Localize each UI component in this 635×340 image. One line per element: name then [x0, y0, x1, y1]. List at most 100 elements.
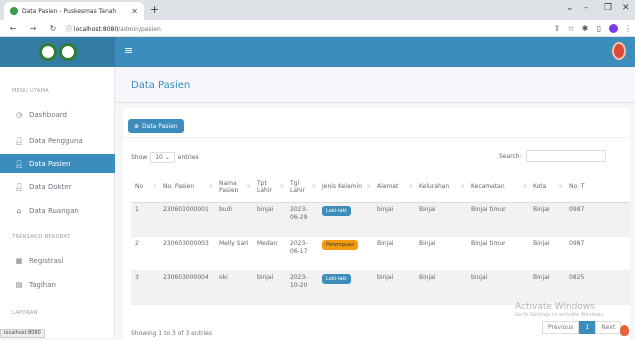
cell-kecamatan: Binjai timur [467, 202, 529, 237]
user-avatar[interactable] [612, 42, 626, 60]
sidebar-item-registrasi[interactable]: ▦ Registrasi [0, 251, 115, 270]
sidebar-item-label: Dashboard [29, 110, 67, 119]
cell-tgl-lahir: 2023-06-17 [286, 236, 318, 271]
page-title: Data Pasien [131, 80, 191, 91]
column-header[interactable]: Jenis Kelamin ⇅ [318, 172, 373, 203]
add-patient-button[interactable]: ⊕ Data Pasien [128, 119, 184, 133]
reload-icon[interactable]: ↻ [46, 24, 60, 33]
receipt-icon: ▤ [15, 280, 23, 289]
sidebar-item-tagihan[interactable]: ▤ Tagihan [0, 275, 115, 294]
cell-no: 1 [131, 202, 159, 237]
cell-alamat: Binjai [373, 236, 415, 271]
url-path: /admin/pasien [118, 25, 161, 33]
cell-no-pasien: 230601000001 [159, 202, 215, 237]
cell-kelurahan: Binjai [415, 202, 467, 237]
add-patient-label: Data Pasien [142, 122, 178, 130]
address-bar[interactable]: ⓘ localhost:8080/admin/pasien [66, 24, 550, 33]
sidebar-item-label: Data Dokter [29, 182, 72, 191]
column-header[interactable]: Alamat ⇅ [373, 172, 415, 203]
column-header[interactable]: Kota ⇅ [529, 172, 565, 203]
sidebar-item-label: Tagihan [29, 280, 56, 289]
sidepanel-icon[interactable]: ▯ [592, 24, 606, 33]
pagination-page-1[interactable]: 1 [579, 321, 596, 334]
brand-logo-area[interactable] [0, 37, 115, 67]
flame-icon [620, 325, 629, 336]
column-header[interactable]: Tpt Lahir ⇅ [253, 172, 286, 203]
tab-title: Data Pasien - Puskesmas Tanah [22, 7, 117, 15]
sidebar-item-data-dokter[interactable]: 👤︎ Data Dokter [0, 177, 115, 196]
column-header[interactable]: No ↑ [131, 172, 159, 203]
kebab-menu-icon[interactable]: ⋮ [621, 24, 635, 33]
gender-badge: Laki-laki [322, 273, 351, 284]
favicon-icon [10, 7, 18, 15]
search-input[interactable] [525, 150, 606, 162]
pagination: Previous 1 Next [542, 321, 622, 334]
pagination-previous[interactable]: Previous [542, 321, 580, 334]
card-divider [123, 137, 630, 138]
watermark-title: Activate Windows [515, 302, 595, 312]
page-length-control: Show 10 ⌄ entries [131, 152, 199, 163]
sort-icon: ⇅ [366, 184, 371, 190]
sidebar-item-data-pasien[interactable]: 👤︎ Data Pasien [0, 154, 115, 173]
column-header[interactable]: No. Pasien ⇅ [159, 172, 215, 203]
column-header[interactable]: Kelurahan ⇅ [415, 172, 467, 203]
cell-nama: oki [215, 270, 253, 305]
extensions-icon[interactable]: ✱ [578, 24, 592, 33]
cell-tpt-lahir: Medan [253, 236, 286, 271]
forward-icon[interactable]: → [26, 24, 40, 33]
table-row[interactable]: 3 230603000004 oki binjai 2023-10-20 Lak… [131, 270, 630, 305]
sort-icon: ⇅ [246, 184, 251, 190]
cell-no: 3 [131, 270, 159, 305]
sort-icon: ⇅ [460, 184, 465, 190]
cell-jenis-kelamin: Laki-laki [318, 270, 373, 305]
sort-icon: ⇅ [408, 184, 413, 190]
entries-label: entries [177, 154, 199, 161]
close-window-icon[interactable]: ✕ [622, 3, 630, 13]
page-length-select[interactable]: 10 ⌄ [150, 152, 175, 163]
restore-icon[interactable]: ❐ [604, 3, 612, 13]
hamburger-icon[interactable]: ≡ [124, 44, 133, 57]
column-header[interactable]: Tgl Lahir ⇅ [286, 172, 318, 203]
chevron-down-icon: ⌄ [164, 154, 170, 161]
back-icon[interactable]: ← [6, 24, 20, 33]
profile-avatar[interactable] [609, 23, 618, 33]
sort-icon: ⇅ [208, 184, 213, 190]
column-header[interactable]: Nama Pasien ⇅ [215, 172, 253, 203]
cell-kota: Binjai [529, 270, 565, 305]
close-tab-icon[interactable]: ✕ [131, 7, 138, 16]
sidebar-header-laporan: LAPORAN [12, 310, 38, 316]
cell-nama: Melly Sari [215, 236, 253, 271]
sidebar-item-label: Data Ruangan [29, 206, 79, 215]
share-icon[interactable]: ⇪ [550, 24, 564, 33]
sort-icon: ↑ [152, 184, 157, 190]
table-row[interactable]: 1 230601000001 budi binjai 2023-06-29 La… [131, 202, 630, 237]
sidebar-item-dashboard[interactable]: ◷ Dashboard [0, 105, 115, 124]
sort-icon: ⇅ [311, 184, 316, 190]
windows-activation-watermark: Activate Windows Go to Settings to activ… [515, 302, 605, 318]
column-header[interactable]: Kecamatan ⇅ [467, 172, 529, 203]
patient-table-card: ⊕ Data Pasien Show 10 ⌄ entries Search: … [123, 108, 630, 340]
sort-icon: ⇅ [522, 184, 527, 190]
column-header[interactable]: No. T [565, 172, 630, 203]
cell-kecamatan: Binjai timur [467, 236, 529, 271]
cell-kecamatan: binjai [467, 270, 529, 305]
browser-tab[interactable]: Data Pasien - Puskesmas Tanah ✕ [4, 2, 144, 20]
sidebar-item-data-ruangan[interactable]: ⌂ Data Ruangan [0, 201, 115, 220]
cell-no-pasien: 230603000003 [159, 236, 215, 271]
sidebar-item-data-pengguna[interactable]: 👤︎ Data Pengguna [0, 131, 115, 150]
pagination-next[interactable]: Next [595, 321, 622, 334]
show-label: Show [131, 154, 148, 161]
cell-telp: 0987 [565, 202, 630, 237]
user-icon: 👤︎ [14, 182, 24, 191]
status-bar-url: localhost:8080 [0, 329, 45, 338]
table-row[interactable]: 2 230603000003 Melly Sari Medan 2023-06-… [131, 236, 630, 271]
chevron-down-icon[interactable]: ⌄ [566, 3, 574, 13]
new-tab-icon[interactable]: + [150, 3, 159, 16]
cell-kelurahan: Binjai [415, 236, 467, 271]
user-icon: 👤︎ [14, 136, 24, 145]
minimize-icon[interactable]: – [584, 3, 589, 13]
cell-jenis-kelamin: Laki-laki [318, 202, 373, 237]
logo-icon-2 [58, 43, 77, 61]
bookmark-star-icon[interactable]: ☆ [564, 24, 578, 33]
url-host: localhost:8080 [73, 25, 119, 33]
